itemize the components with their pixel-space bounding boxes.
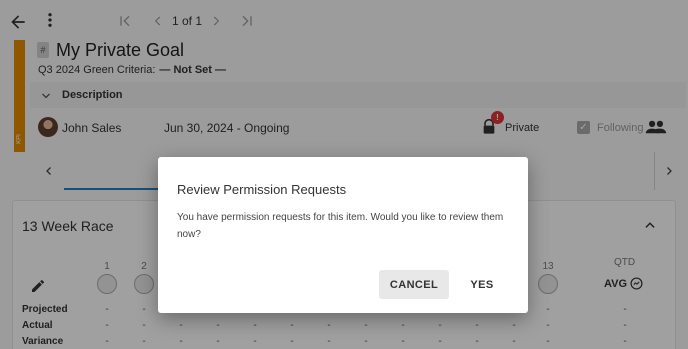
dialog-body: You have permission requests for this it… — [177, 212, 504, 240]
yes-button[interactable]: YES — [460, 270, 504, 299]
goal-page: 1 of 1 KPI # My Private Goal Q3 2024 Gre… — [0, 0, 688, 349]
dialog-title: Review Permission Requests — [177, 182, 347, 197]
cancel-button[interactable]: CANCEL — [379, 270, 449, 299]
permission-dialog: Review Permission Requests You have perm… — [158, 157, 528, 313]
